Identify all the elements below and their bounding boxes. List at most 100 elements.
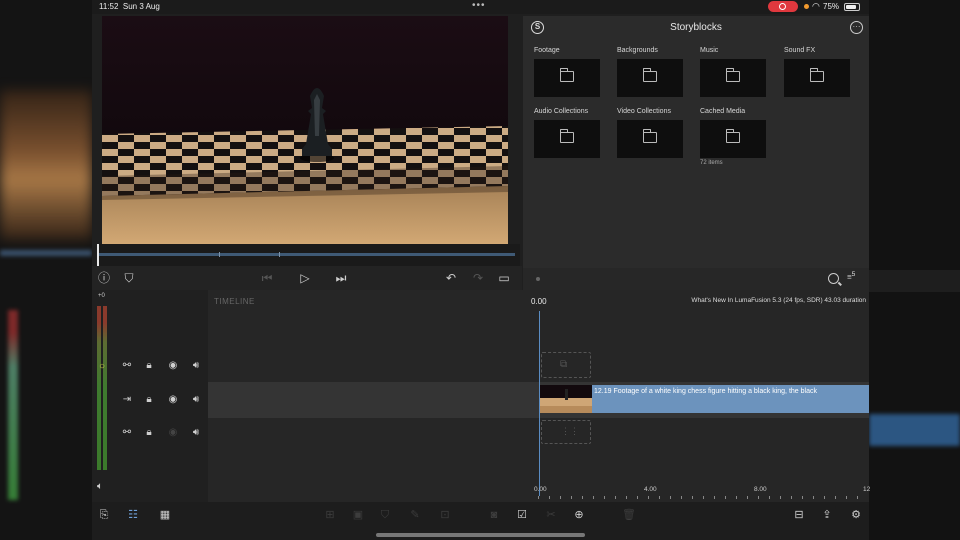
link-icon[interactable]: ⚯ bbox=[120, 426, 134, 440]
volume-icon[interactable]: 🔊︎ bbox=[189, 426, 203, 440]
ruler-tick bbox=[571, 496, 572, 499]
mic-indicator-icon bbox=[804, 4, 809, 9]
volume-icon[interactable]: 🔊︎ bbox=[189, 393, 203, 407]
edit-icon[interactable]: ✎ bbox=[407, 507, 423, 523]
audio-meter-left bbox=[97, 306, 101, 470]
ruler-tick bbox=[615, 496, 616, 499]
sort-icon[interactable]: ≡5 bbox=[847, 271, 855, 282]
track-controls: +0 ○ 🔈︎ ⚯ 🔒︎ ◉ 🔊︎ ⇥ 🔒︎ ◉ 🔊︎ ⚯ 🔒︎ ◉ 🔊︎ bbox=[92, 290, 208, 502]
folder-music[interactable]: Music bbox=[700, 47, 766, 97]
folder-icon bbox=[560, 129, 574, 143]
timeline-label: TIMELINE bbox=[214, 297, 255, 306]
ruler-tick bbox=[758, 496, 759, 499]
folder-cached-media[interactable]: Cached Media 72 items bbox=[700, 108, 766, 166]
timeline-playhead[interactable] bbox=[539, 311, 540, 496]
audio-track-placeholder[interactable]: ⋮⋮ bbox=[541, 420, 591, 444]
ruler-tick bbox=[769, 496, 770, 499]
settings-gear-icon[interactable]: ⚙ bbox=[848, 507, 864, 523]
go-to-start-icon[interactable]: ⏮ bbox=[259, 270, 275, 286]
level-knob-icon[interactable]: ○ bbox=[95, 360, 109, 374]
folder-sound-fx[interactable]: Sound FX bbox=[784, 47, 850, 97]
share-icon[interactable]: ⇪ bbox=[819, 507, 835, 523]
ruler-tick bbox=[648, 496, 649, 499]
ruler-tick bbox=[802, 496, 803, 499]
ruler-tick bbox=[835, 496, 836, 499]
info-icon[interactable]: ⓘ bbox=[96, 270, 112, 286]
marker-icon[interactable]: ⛉ bbox=[377, 507, 393, 523]
video-preview[interactable] bbox=[102, 16, 508, 244]
ruler-tick bbox=[747, 496, 748, 499]
undo-icon[interactable]: ↶ bbox=[443, 270, 459, 286]
level-label: +0 bbox=[98, 293, 105, 299]
folder-icon bbox=[810, 68, 824, 82]
layout-icon[interactable]: ⊟ bbox=[791, 507, 807, 523]
track-view-icon[interactable]: ☷ bbox=[125, 507, 141, 523]
folder-icon bbox=[560, 68, 574, 82]
marker-icon[interactable]: ⛉ bbox=[121, 270, 137, 286]
ruler-tick bbox=[725, 496, 726, 499]
folder-footage[interactable]: Footage bbox=[534, 47, 600, 97]
save-icon[interactable]: ▣ bbox=[350, 507, 366, 523]
checkbox-icon[interactable]: ☑ bbox=[514, 507, 530, 523]
ruler-tick bbox=[560, 496, 561, 499]
grid-view-icon[interactable]: ▦ bbox=[157, 507, 173, 523]
ellipsis-circle-icon[interactable]: ··· bbox=[850, 21, 863, 34]
screen-record-icon[interactable] bbox=[768, 1, 798, 12]
ruler-tick bbox=[791, 496, 792, 499]
clip-label: 12.19 Footage of a white king chess figu… bbox=[594, 388, 817, 395]
timeline[interactable]: TIMELINE 0.00 What's New In LumaFusion 5… bbox=[208, 290, 870, 502]
current-time: 0.00 bbox=[531, 297, 547, 306]
track-arrow-icon[interactable]: ⇥ bbox=[120, 393, 134, 407]
project-info: What's New In LumaFusion 5.3 (24 fps, SD… bbox=[691, 297, 866, 304]
folder-video-collections[interactable]: Video Collections bbox=[617, 108, 683, 158]
ruler-tick bbox=[714, 496, 715, 499]
home-indicator[interactable] bbox=[376, 533, 585, 537]
ruler-label: 8.00 bbox=[754, 486, 767, 493]
screen: 11:52 Sun 3 Aug ••• ◠ 75% ⓘ ⛉ ⏮ ▷ ⏭ ↶ ↷ … bbox=[0, 0, 960, 540]
delete-icon[interactable]: 🗑︎ bbox=[621, 507, 637, 523]
folder-icon bbox=[726, 68, 740, 82]
library-title: Storyblocks bbox=[670, 22, 722, 33]
folder-audio-collections[interactable]: Audio Collections bbox=[534, 108, 600, 158]
scrubber-playhead[interactable] bbox=[97, 244, 99, 266]
redo-icon[interactable]: ↷ bbox=[470, 270, 486, 286]
import-icon[interactable]: ⎘ bbox=[96, 507, 112, 523]
wifi-icon: ◠ bbox=[812, 1, 820, 11]
ruler-tick bbox=[538, 496, 539, 499]
volume-icon[interactable]: 🔊︎ bbox=[189, 359, 203, 373]
preview-scrubber[interactable] bbox=[97, 244, 520, 266]
ruler-tick bbox=[692, 496, 693, 499]
split-icon[interactable]: ⊞ bbox=[322, 507, 338, 523]
ruler-tick bbox=[736, 496, 737, 499]
camera-icon[interactable]: ◙ bbox=[486, 507, 502, 523]
add-icon[interactable]: ⊕ bbox=[571, 507, 587, 523]
eye-icon[interactable]: ◉ bbox=[166, 426, 180, 440]
speaker-icon[interactable]: 🔈︎ bbox=[93, 480, 107, 494]
lumafusion-app: 11:52 Sun 3 Aug ••• ◠ 75% ⓘ ⛉ ⏮ ▷ ⏭ ↶ ↷ … bbox=[92, 0, 870, 540]
play-icon[interactable]: ▷ bbox=[297, 270, 313, 286]
lock-icon[interactable]: 🔒︎ bbox=[142, 393, 156, 407]
eye-icon[interactable]: ◉ bbox=[166, 393, 180, 407]
search-icon[interactable] bbox=[828, 273, 839, 284]
ruler-tick bbox=[604, 496, 605, 499]
folder-backgrounds[interactable]: Backgrounds bbox=[617, 47, 683, 97]
scissors-icon[interactable]: ✂ bbox=[543, 507, 559, 523]
video-clip[interactable]: 12.19 Footage of a white king chess figu… bbox=[540, 385, 869, 413]
lock-icon[interactable]: 🔒︎ bbox=[142, 359, 156, 373]
multitasking-dots[interactable]: ••• bbox=[472, 0, 486, 11]
lock-icon[interactable]: 🔒︎ bbox=[142, 426, 156, 440]
ruler-tick bbox=[681, 496, 682, 499]
folder-icon bbox=[643, 68, 657, 82]
ruler-tick bbox=[857, 496, 858, 499]
battery-icon bbox=[844, 3, 860, 11]
transport-bar: ⓘ ⛉ ⏮ ▷ ⏭ ↶ ↷ ▭ bbox=[92, 266, 522, 290]
clip-icon[interactable]: ⊡ bbox=[437, 507, 453, 523]
time-ruler[interactable]: 0.00 4.00 8.00 12 bbox=[530, 486, 870, 502]
chessboard-frame bbox=[102, 16, 508, 244]
fullscreen-icon[interactable]: ▭ bbox=[496, 270, 512, 286]
link-icon[interactable]: ⚯ bbox=[120, 359, 134, 373]
eye-icon[interactable]: ◉ bbox=[166, 359, 180, 373]
skip-forward-icon[interactable]: ⏭ bbox=[333, 270, 349, 286]
cached-media-count: 72 items bbox=[700, 160, 723, 166]
title-track-placeholder[interactable]: ⧉ bbox=[541, 352, 591, 378]
